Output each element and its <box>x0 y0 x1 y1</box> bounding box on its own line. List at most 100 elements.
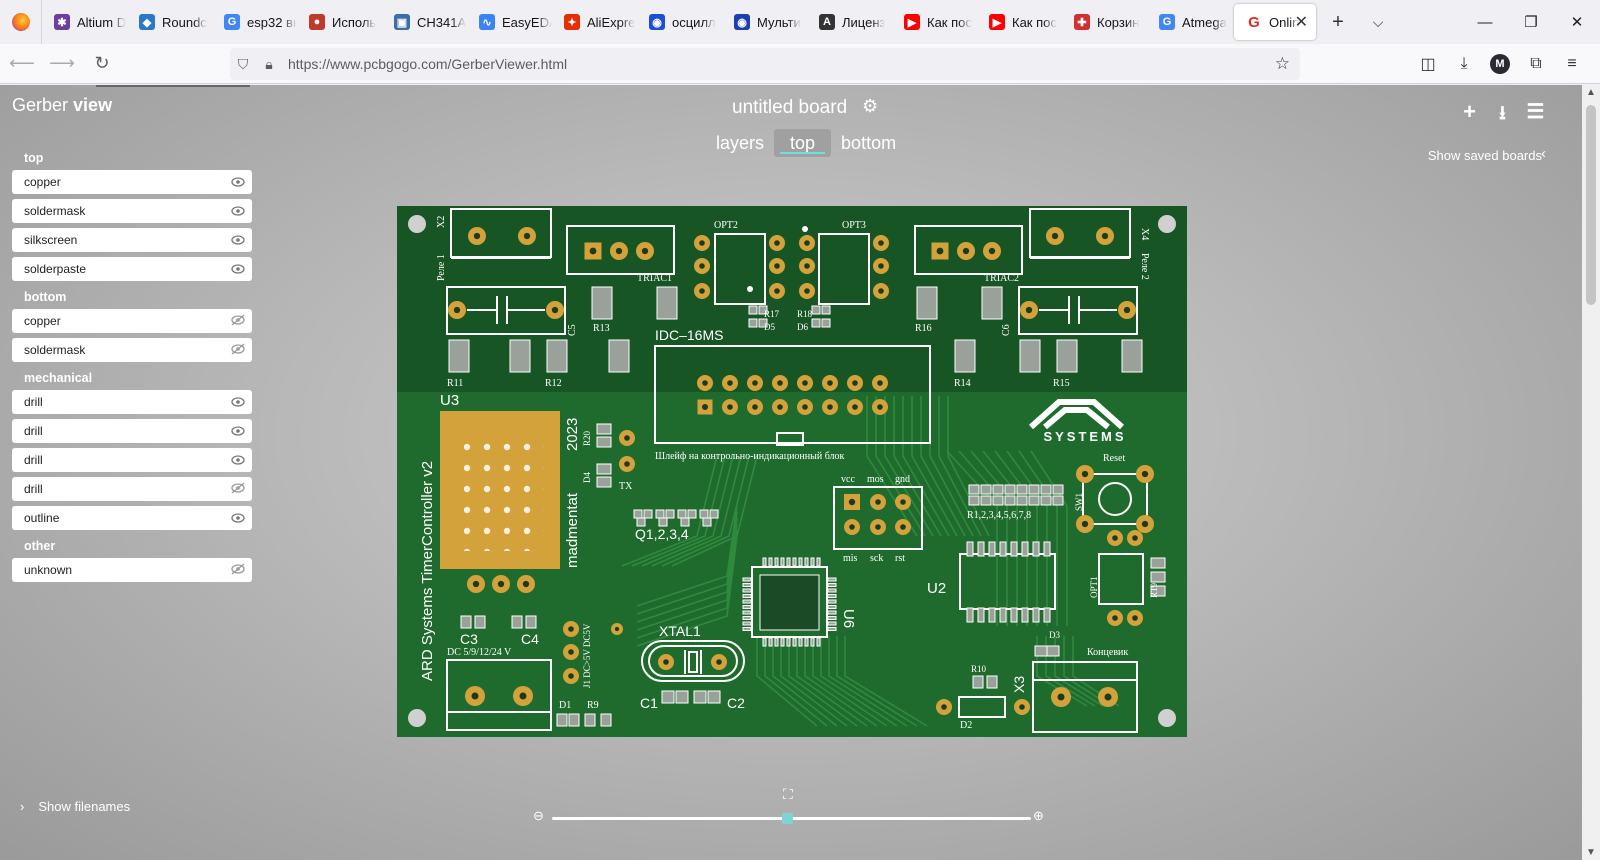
list-tabs-chevron-icon[interactable]: ⌵ <box>1358 14 1398 31</box>
smd-pad <box>600 713 612 727</box>
fullscreen-icon[interactable]: ⛶ <box>783 786 793 803</box>
eye-icon[interactable] <box>230 262 246 277</box>
pocket-icon[interactable]: ◫ <box>1410 48 1446 80</box>
pad-hole <box>875 524 881 530</box>
forward-arrow-icon[interactable]: ⟶ <box>44 48 80 80</box>
silk-label-rele1: Реле 1 <box>436 254 447 281</box>
smd-pad <box>742 577 752 582</box>
tab-item[interactable]: ▶ Как пос <box>892 0 977 44</box>
tab-item[interactable]: ✦ AliExpre <box>552 0 637 44</box>
layer-item-soldermask[interactable]: soldermask <box>12 199 252 223</box>
chevron-right-icon: › <box>20 799 25 814</box>
smd-pad <box>768 557 773 567</box>
tab-item[interactable]: ◉ Мульти <box>722 0 807 44</box>
account-avatar[interactable]: M <box>1490 54 1510 74</box>
tab-item[interactable]: ✚ Корзин <box>1062 0 1147 44</box>
tab-bottom[interactable]: bottom <box>833 129 904 157</box>
board-title[interactable]: untitled board <box>732 97 847 119</box>
tab-item[interactable]: ● Исполь <box>297 0 382 44</box>
tab-item[interactable]: ▶ Как пос <box>977 0 1062 44</box>
extensions-icon[interactable]: ⧉ <box>1518 48 1554 80</box>
back-arrow-icon[interactable]: ⟵ <box>4 48 40 80</box>
tab-favicon-icon: ▣ <box>394 14 410 30</box>
smd-pad <box>827 599 837 604</box>
scroll-up-icon[interactable]: ▲ <box>1582 87 1600 98</box>
layer-item-drill[interactable]: drill <box>12 448 252 472</box>
tab-active[interactable]: G Onlin ✕ <box>1234 4 1316 40</box>
close-window-icon[interactable]: ✕ <box>1554 0 1600 44</box>
tracking-shield-icon[interactable]: ⛉ <box>230 56 256 73</box>
scroll-thumb[interactable] <box>1586 105 1596 305</box>
eye-icon[interactable] <box>230 204 246 219</box>
firefox-menu-icon[interactable] <box>0 0 42 44</box>
scroll-down-icon[interactable]: ▼ <box>1582 847 1600 858</box>
tab-item[interactable]: A Лиценз <box>807 0 892 44</box>
layer-item-solderpaste[interactable]: solderpaste <box>12 257 252 281</box>
eye-slash-icon[interactable] <box>230 314 246 329</box>
tab-item[interactable]: ✱ Altium D <box>42 0 127 44</box>
eye-slash-icon[interactable] <box>230 563 246 578</box>
layer-item-unknown[interactable]: unknown <box>12 558 252 582</box>
show-filenames-toggle[interactable]: › Show filenames <box>20 799 130 814</box>
tab-item[interactable]: Gesp32 вн <box>212 0 297 44</box>
layer-item-soldermask[interactable]: soldermask <box>12 338 252 362</box>
layer-item-copper[interactable]: copper <box>12 170 252 194</box>
app-menu-icon[interactable]: ≡ <box>1554 48 1590 80</box>
eye-icon[interactable] <box>230 424 246 439</box>
new-tab-icon[interactable]: + <box>1318 11 1358 34</box>
tab-item[interactable]: ◆ Roundc <box>127 0 212 44</box>
minimize-icon[interactable]: — <box>1462 0 1508 44</box>
eye-icon[interactable] <box>230 453 246 468</box>
smd-pad <box>966 607 974 623</box>
tab-layers[interactable]: layers <box>708 129 772 157</box>
eye-slash-icon[interactable] <box>230 343 246 358</box>
smd-pad <box>1150 557 1166 569</box>
eye-slash-icon[interactable] <box>230 482 246 497</box>
layer-item-drill[interactable]: drill <box>12 390 252 414</box>
tab-item[interactable]: G Atmega <box>1147 0 1232 44</box>
smd-resistor <box>954 339 976 373</box>
pad-hole <box>699 288 705 294</box>
pcb-render[interactable]: X2 Реле 1 X4 Реле 2 TRIAC1 TRIAC2 OPT2 OPT3 R17 D… <box>397 206 1187 737</box>
layer-item-silkscreen[interactable]: silkscreen <box>12 228 252 252</box>
show-saved-boards-link[interactable]: Show saved boards <box>1428 148 1542 163</box>
restore-icon[interactable]: ❐ <box>1508 0 1554 44</box>
zoom-out-icon[interactable]: ⊖ <box>533 808 544 824</box>
tab-item[interactable]: ∿ EasyEDA <box>467 0 552 44</box>
tab-top[interactable]: top <box>774 129 832 157</box>
layer-label: unknown <box>24 563 73 577</box>
layer-item-copper[interactable]: copper <box>12 309 252 333</box>
reload-icon[interactable]: ↻ <box>84 48 120 80</box>
layer-item-drill[interactable]: drill <box>12 477 252 501</box>
eye-icon[interactable] <box>230 233 246 248</box>
layer-label: copper <box>24 314 61 328</box>
lock-icon[interactable]: 🔒︎ <box>256 56 282 73</box>
silk-label-u6: U6 <box>840 609 857 628</box>
close-tab-icon[interactable]: ✕ <box>1295 12 1308 32</box>
tab-item[interactable]: ◉ осцилл <box>637 0 722 44</box>
bookmark-star-icon[interactable]: ☆ <box>1275 54 1290 74</box>
zoom-slider[interactable]: ⊖ ⊕ <box>533 808 1048 826</box>
layer-label: solderpaste <box>24 262 87 276</box>
chevron-left-icon[interactable]: ‹ <box>1541 145 1546 162</box>
smd-pad <box>1040 484 1052 495</box>
download-icon[interactable]: ⭳ <box>1486 99 1519 131</box>
layer-item-drill[interactable]: drill <box>12 419 252 443</box>
url-text[interactable]: https://www.pcbgogo.com/GerberViewer.htm… <box>288 56 567 72</box>
smd-resistor <box>1019 339 1041 373</box>
add-board-icon[interactable]: + <box>1453 99 1486 131</box>
layer-label: drill <box>24 453 43 467</box>
eye-icon[interactable] <box>230 511 246 526</box>
eye-icon[interactable] <box>230 395 246 410</box>
address-bar[interactable]: ⛉ 🔒︎ https://www.pcbgogo.com/GerberViewe… <box>230 48 1300 80</box>
tab-item[interactable]: ▣ CH341A <box>382 0 467 44</box>
gear-icon[interactable]: ⚙ <box>862 96 878 117</box>
layer-item-outline[interactable]: outline <box>12 506 252 530</box>
page-scrollbar[interactable]: ▲ ▼ <box>1582 85 1600 860</box>
zoom-in-icon[interactable]: ⊕ <box>1033 808 1044 824</box>
smd-pad <box>1032 607 1040 623</box>
eye-icon[interactable] <box>230 175 246 190</box>
settings-sliders-icon[interactable]: ☰ <box>1519 99 1552 131</box>
zoom-handle[interactable] <box>781 813 793 824</box>
downloads-icon[interactable]: ⤓ <box>1446 48 1482 80</box>
